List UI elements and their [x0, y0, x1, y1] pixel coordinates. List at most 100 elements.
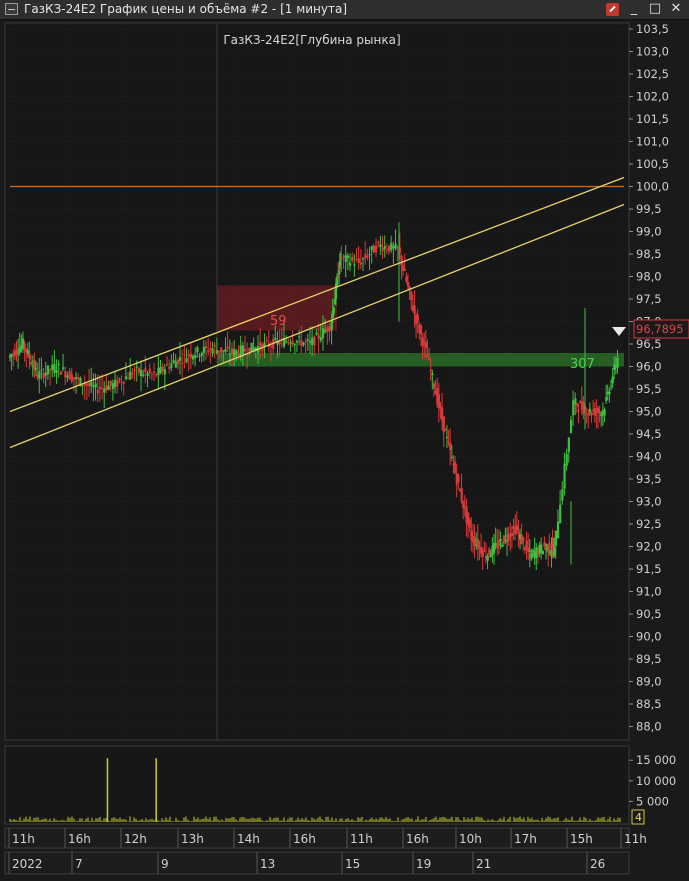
candle-body	[385, 249, 389, 251]
price-tick-label: 100,0	[636, 180, 669, 194]
candle-body	[424, 342, 428, 348]
candle-body	[340, 258, 343, 260]
price-panel[interactable]	[4, 22, 630, 741]
candle-body	[70, 374, 73, 382]
candle-body	[468, 519, 471, 529]
price-tick-label: 90,0	[636, 630, 662, 644]
candle-body	[42, 372, 45, 378]
chart-canvas[interactable]: 103,5 103,0 102,5 102,0 101,5 101,0 100,5 100,0…	[0, 0, 689, 881]
candle-body	[431, 373, 434, 376]
candle-body	[588, 408, 592, 413]
date-tick-label: 26	[590, 857, 605, 871]
candle-body	[416, 314, 419, 321]
time-tick-label: 11h	[12, 832, 35, 846]
candle-body	[392, 245, 395, 249]
candle-body	[357, 258, 360, 263]
candle-body	[189, 353, 193, 359]
candle-body	[85, 383, 89, 386]
candle-body	[569, 419, 573, 434]
candle-body	[611, 376, 614, 384]
candle-body	[306, 339, 309, 341]
time-tick-label: 15h	[570, 832, 593, 846]
candle-body	[483, 550, 486, 552]
candle-body	[243, 348, 247, 352]
price-tick-label: 94,0	[636, 450, 662, 464]
candle-body	[88, 383, 91, 387]
candle-body	[59, 371, 63, 375]
candle-body	[192, 355, 195, 360]
candle-body	[375, 245, 378, 253]
candle-body	[428, 357, 431, 360]
candle-body	[226, 346, 229, 349]
price-tick-label: 89,5	[636, 652, 662, 666]
candle-body	[23, 343, 26, 350]
date-tick-label: 13	[260, 857, 275, 871]
candle-body	[362, 258, 365, 260]
candle-body	[213, 345, 216, 347]
candle-body	[460, 488, 463, 502]
date-tick-label: 7	[75, 857, 83, 871]
candle-body	[293, 344, 297, 346]
candle-body	[368, 254, 371, 256]
candle-body	[338, 270, 341, 275]
time-tick-label: 13h	[181, 832, 204, 846]
candle-body	[400, 255, 403, 266]
ask-volume-label: 59	[270, 314, 287, 329]
candle-body	[153, 371, 156, 373]
candle-body	[315, 332, 318, 335]
candle-body	[457, 474, 460, 483]
candle-body	[302, 342, 305, 345]
volume-tick-label: 5 000	[636, 794, 669, 808]
volume-panel[interactable]	[4, 745, 630, 825]
price-tick-label: 94,5	[636, 427, 662, 441]
candle-body	[445, 436, 449, 438]
candle-body	[205, 346, 208, 349]
candle-body	[413, 305, 416, 314]
candle-body	[364, 254, 367, 259]
candle-body	[353, 264, 356, 266]
candle-body	[172, 360, 175, 363]
candle-body	[176, 359, 180, 365]
candle-body	[40, 369, 43, 371]
candle-body	[510, 533, 514, 536]
price-tick-label: 91,0	[636, 585, 662, 599]
candle-body	[349, 262, 352, 266]
candle-body	[274, 337, 277, 340]
candle-body	[525, 541, 528, 548]
candle-body	[103, 388, 106, 393]
candle-body	[355, 258, 358, 260]
volume-tick-label: 15 000	[636, 753, 676, 767]
candle-body	[38, 371, 41, 379]
candle-body	[46, 365, 50, 375]
candle-body	[351, 256, 354, 261]
price-tick-label: 93,5	[636, 472, 662, 486]
candle-body	[406, 282, 410, 287]
candle-body	[81, 385, 84, 387]
candle-body	[489, 554, 493, 557]
candle-body	[250, 342, 253, 352]
price-tick-label: 96,0	[636, 360, 662, 374]
candle-body	[170, 363, 173, 368]
candle-body	[556, 521, 560, 539]
candle-body	[116, 380, 119, 387]
candle-body	[372, 245, 376, 253]
price-tick-label: 101,0	[636, 135, 669, 149]
candle-body	[291, 341, 294, 345]
price-tick-label: 93,0	[636, 495, 662, 509]
candle-body	[559, 504, 562, 524]
candle-body	[499, 539, 502, 542]
candle-body	[517, 531, 520, 533]
candle-body	[111, 383, 115, 390]
candle-body	[92, 385, 95, 388]
candle-body	[157, 367, 160, 376]
candle-body	[53, 364, 56, 373]
candle-body	[593, 408, 596, 416]
candle-body	[328, 326, 331, 332]
candle-body	[300, 340, 303, 346]
candle-body	[486, 555, 489, 561]
candle-body	[317, 334, 320, 339]
candle-body	[194, 355, 197, 358]
candle-body	[127, 378, 130, 380]
bid-depth-zone	[217, 353, 624, 367]
candle-body	[107, 385, 110, 390]
